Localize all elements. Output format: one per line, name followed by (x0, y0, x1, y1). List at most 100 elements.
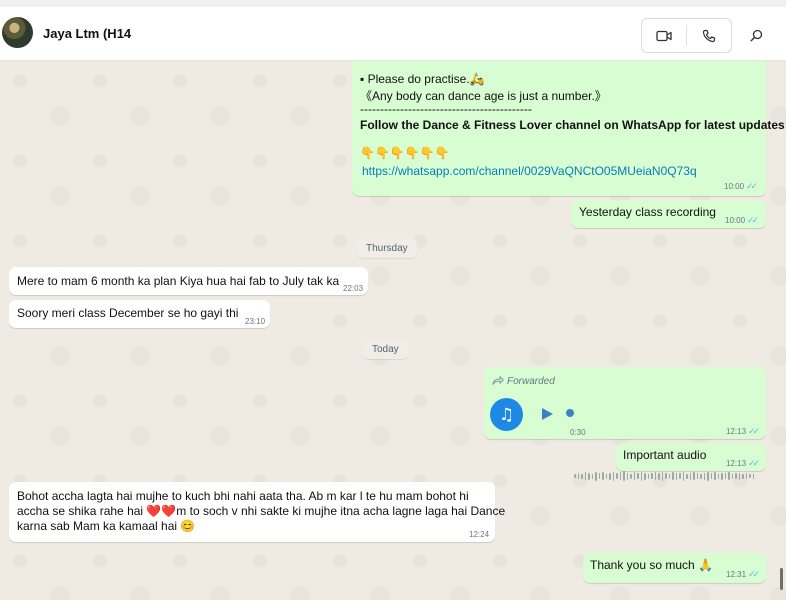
message-time: 12:13 (726, 459, 747, 468)
waveform-bar (577, 473, 579, 479)
message-time: 23:10 (245, 317, 266, 326)
read-ticks-icon: ✓✓ (748, 458, 760, 468)
channel-link[interactable]: https://whatsapp.com/channel/0029VaQNCtO… (362, 164, 697, 178)
waveform-bar (591, 473, 593, 479)
waveform-bar (710, 473, 712, 479)
waveform-bar (640, 471, 642, 481)
read-ticks-icon: ✓✓ (747, 215, 759, 225)
waveform-bar (735, 473, 737, 479)
message-bubble-outgoing[interactable]: Thank you so much 🙏 12:31 ✓✓ (583, 553, 766, 583)
message-time: 10:00 (725, 216, 746, 225)
waveform-bar (728, 472, 730, 480)
message-bubble-incoming[interactable]: Bohot accha lagta hai mujhe to kuch bhi … (9, 482, 505, 542)
waveform-bar (588, 472, 590, 480)
message-time: 12:31 (726, 570, 747, 579)
waveform-bar (686, 473, 688, 479)
waveform-bar (703, 472, 705, 480)
message-text: Soory meri class December se ho gayi thi (17, 306, 239, 320)
waveform-bar (700, 473, 702, 479)
forwarded-label: Forwarded (507, 376, 555, 387)
voice-call-button[interactable] (687, 19, 731, 52)
waveform-bar (616, 473, 618, 479)
waveform-bar (689, 472, 691, 480)
message-text: Mere to mam 6 month ka plan Kiya hua hai… (17, 274, 340, 288)
play-icon (542, 408, 553, 420)
waveform-bar (714, 472, 716, 480)
message-time: 12:24 (469, 530, 490, 539)
audio-message-bubble[interactable]: Forwarded ♫ 0:30 12:13 ✓✓ (484, 367, 766, 439)
waveform-bar (644, 472, 646, 480)
waveform-bar (595, 471, 597, 481)
scrollbar-thumb[interactable] (780, 568, 783, 590)
forward-icon (492, 376, 504, 385)
message-text-bullet: ▪ Please do practise.🛵 (360, 72, 485, 86)
audio-thumbnail: ♫ (490, 398, 523, 431)
waveform-bar (721, 472, 723, 480)
waveform-bar (630, 473, 632, 479)
waveform-bar (574, 474, 576, 478)
message-text-line: accha se shika rahe hai ❤️❤️m to soch v … (17, 504, 506, 518)
waveform-bar (693, 472, 695, 480)
waveform-bar (612, 471, 614, 481)
waveform-bar (707, 471, 709, 481)
date-divider: Today (363, 340, 408, 359)
play-button[interactable] (540, 407, 554, 421)
avatar[interactable] (2, 17, 33, 48)
waveform-bar (672, 472, 674, 480)
audio-waveform[interactable] (574, 470, 758, 482)
waveform-bar (665, 473, 667, 479)
waveform-bar (749, 474, 751, 478)
message-text: Thank you so much 🙏 (590, 558, 713, 572)
waveform-bar (745, 473, 747, 479)
search-button[interactable] (742, 23, 770, 47)
message-text: Yesterday class recording (579, 205, 716, 219)
message-time: 10:00 (724, 182, 745, 191)
search-icon (750, 29, 762, 42)
waveform-bar (619, 472, 621, 480)
audio-duration: 0:30 (570, 428, 586, 437)
message-bubble-outgoing[interactable]: Important audio 12:13 ✓✓ (616, 443, 766, 471)
waveform-bar (738, 472, 740, 480)
message-time: 12:13 (726, 427, 747, 436)
waveform-bar (633, 472, 635, 480)
message-text-line: Bohot accha lagta hai mujhe to kuch bhi … (17, 489, 469, 503)
waveform-bar (679, 473, 681, 479)
waveform-bar (654, 472, 656, 480)
message-bubble-outgoing[interactable]: ▪ Please do practise.🛵 《Any body can dan… (352, 61, 786, 196)
message-list[interactable]: ▪ Please do practise.🛵 《Any body can dan… (0, 61, 786, 600)
message-bubble-outgoing[interactable]: Yesterday class recording 10:00 ✓✓ (571, 200, 766, 228)
video-call-button[interactable] (642, 19, 686, 52)
waveform-bar (647, 473, 649, 479)
waveform-bar (605, 473, 607, 479)
waveform-bar (651, 473, 653, 479)
waveform-bar (731, 473, 733, 479)
waveform-bar (675, 472, 677, 480)
message-bubble-incoming[interactable]: Soory meri class December se ho gayi thi… (9, 300, 270, 328)
waveform-bar (668, 473, 670, 479)
phone-icon (702, 29, 716, 42)
read-ticks-icon: ✓✓ (748, 569, 760, 579)
waveform-bar (584, 472, 586, 480)
waveform-bar (623, 471, 625, 481)
waveform-bar (602, 472, 604, 480)
waveform-bar (724, 473, 726, 479)
waveform-bar (696, 473, 698, 479)
contact-name[interactable]: Jaya Ltm (H14 (43, 26, 131, 41)
waveform-bar (661, 471, 663, 481)
waveform-bar (682, 471, 684, 481)
message-text-separator: ----------------------------------------… (360, 102, 532, 116)
date-divider: Thursday (357, 239, 417, 258)
waveform-bar (717, 473, 719, 479)
read-ticks-icon: ✓✓ (748, 426, 760, 436)
message-text: Important audio (623, 448, 707, 462)
message-text-line: karna sab Mam ka kamaal hai 😊 (17, 519, 196, 533)
waveform-bar (637, 473, 639, 479)
waveform-bar (658, 472, 660, 480)
message-time: 22:03 (343, 284, 364, 293)
video-camera-icon (656, 30, 672, 41)
message-emojis: 👇👇👇👇👇👇 (360, 146, 450, 160)
message-bubble-incoming[interactable]: Mere to mam 6 month ka plan Kiya hua hai… (9, 267, 368, 295)
message-text-channel: Follow the Dance & Fitness Lover channel… (360, 118, 786, 132)
waveform-bar (742, 473, 744, 479)
audio-progress-dot[interactable] (566, 409, 574, 417)
